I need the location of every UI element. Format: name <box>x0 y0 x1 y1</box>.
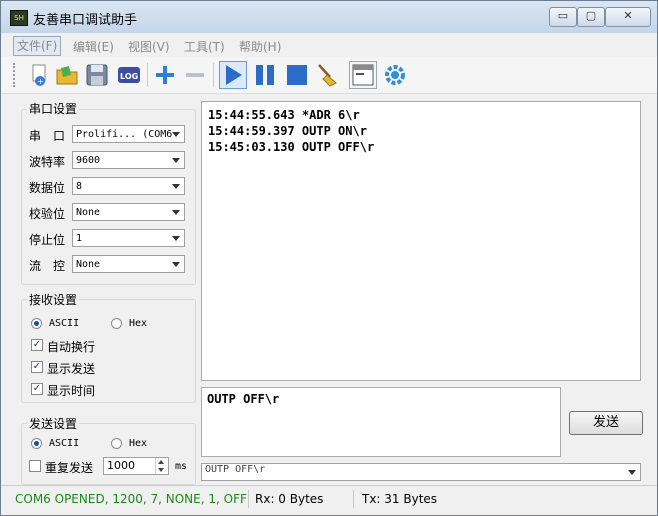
send-button[interactable]: 发送 <box>569 411 643 435</box>
log-line: 15:44:55.643 *ADR 6\r <box>208 108 360 122</box>
send-ascii-radio[interactable] <box>31 438 42 449</box>
receive-hex-radio[interactable] <box>111 318 122 329</box>
show-time-checkbox[interactable]: ✓ <box>31 383 43 395</box>
show-time-label: 显示时间 <box>47 384 96 398</box>
receive-settings-title: 接收设置 <box>27 291 80 308</box>
show-sent-label: 显示发送 <box>47 362 96 376</box>
show-sent-checkbox[interactable]: ✓ <box>31 361 43 373</box>
parity-value: None <box>76 207 101 218</box>
stopbits-value: 1 <box>76 233 83 244</box>
log-line: 15:44:59.397 OUTP ON\r <box>208 124 367 138</box>
send-ascii-label: ASCII <box>49 438 80 449</box>
log-line: 15:45:03.130 OUTP OFF\r <box>208 140 375 154</box>
send-hex-radio[interactable] <box>111 438 122 449</box>
baud-select[interactable]: 9600 <box>72 151 185 169</box>
settings-gear-icon[interactable] <box>381 61 409 89</box>
status-divider <box>353 490 354 508</box>
close-button[interactable]: ✕ <box>605 7 651 27</box>
minimize-button[interactable]: ▭ <box>549 7 577 27</box>
chevron-down-icon <box>172 210 180 215</box>
status-divider <box>248 490 249 508</box>
chevron-down-icon <box>172 158 180 163</box>
stopbits-label: 停止位 <box>29 233 66 247</box>
receive-ascii-radio[interactable] <box>31 318 42 329</box>
window-title: 友善串口调试助手 <box>33 13 138 28</box>
receive-ascii-label: ASCII <box>49 318 80 329</box>
send-textarea[interactable]: OUTP OFF\r <box>201 387 561 457</box>
stepper-buttons[interactable] <box>155 458 168 474</box>
menu-view[interactable]: 视图(V) <box>128 38 170 55</box>
databits-select[interactable]: 8 <box>72 177 185 195</box>
port-label: 串 口 <box>29 129 66 143</box>
stop-icon[interactable] <box>283 61 311 89</box>
send-history-select[interactable]: OUTP OFF\r <box>201 463 641 481</box>
maximize-button[interactable]: ▢ <box>577 7 605 27</box>
remove-icon[interactable] <box>181 61 209 89</box>
status-bar: COM6 OPENED, 1200, 7, NONE, 1, OFF Rx: 0… <box>1 485 657 512</box>
port-select[interactable]: Prolifi... (COM6 <box>72 125 185 143</box>
log-icon[interactable]: LOG <box>115 61 143 89</box>
app-logo-icon: SH <box>10 10 28 26</box>
send-hex-label: Hex <box>129 438 148 449</box>
repeat-send-checkbox[interactable] <box>29 460 41 472</box>
stepper-down-icon[interactable] <box>158 468 164 472</box>
flowcontrol-value: None <box>76 259 101 270</box>
new-file-icon[interactable]: + <box>25 61 53 89</box>
databits-label: 数据位 <box>29 181 66 195</box>
menu-help[interactable]: 帮助(H) <box>239 38 281 55</box>
save-icon[interactable] <box>83 61 111 89</box>
stepper-up-icon[interactable] <box>158 460 164 464</box>
port-status-text: COM6 OPENED, 1200, 7, NONE, 1, OFF <box>15 492 247 506</box>
tx-count: Tx: 31 Bytes <box>362 492 438 506</box>
menu-tools[interactable]: 工具(T) <box>184 38 225 55</box>
play-icon[interactable] <box>219 61 247 89</box>
toolbar-separator <box>213 63 214 87</box>
toolbar-grip[interactable] <box>13 63 18 87</box>
toolbar-separator <box>147 63 148 87</box>
menu-file[interactable]: 文件(F) <box>13 36 62 56</box>
pause-icon[interactable] <box>251 61 279 89</box>
send-history-value: OUTP OFF\r <box>205 464 266 475</box>
send-settings-title: 发送设置 <box>27 415 80 432</box>
baud-value: 9600 <box>76 155 101 166</box>
chevron-down-icon <box>628 470 636 475</box>
autowrap-checkbox[interactable]: ✓ <box>31 339 43 351</box>
receive-hex-label: Hex <box>129 318 148 329</box>
toolbar: + LOG <box>1 57 657 94</box>
menu-bar: 文件(F) 编辑(E) 视图(V) 工具(T) 帮助(H) <box>1 33 657 57</box>
interval-unit-label: ms <box>175 461 188 472</box>
repeat-interval-stepper[interactable]: 1000 <box>103 457 169 475</box>
stopbits-select[interactable]: 1 <box>72 229 185 247</box>
receive-textarea[interactable]: 15:44:55.643 *ADR 6\r 15:44:59.397 OUTP … <box>201 101 641 381</box>
chevron-down-icon <box>172 236 180 241</box>
baud-label: 波特率 <box>29 155 66 169</box>
chevron-down-icon <box>172 262 180 267</box>
title-bar: SH 友善串口调试助手 ▭ ▢ ✕ <box>1 1 657 33</box>
svg-text:+: + <box>37 77 44 86</box>
flowcontrol-select[interactable]: None <box>72 255 185 273</box>
serial-settings-title: 串口设置 <box>27 100 80 117</box>
parity-label: 校验位 <box>29 207 66 221</box>
repeat-interval-value: 1000 <box>107 459 135 472</box>
chevron-down-icon <box>172 184 180 189</box>
new-window-icon[interactable] <box>349 61 377 89</box>
app-window: SH 友善串口调试助手 ▭ ▢ ✕ 文件(F) 编辑(E) 视图(V) 工具(T… <box>0 0 658 516</box>
add-icon[interactable] <box>151 61 179 89</box>
repeat-send-label: 重复发送 <box>45 461 94 475</box>
rx-count: Rx: 0 Bytes <box>255 492 324 506</box>
flowcontrol-label: 流 控 <box>29 259 66 273</box>
autowrap-label: 自动换行 <box>47 340 96 354</box>
menu-edit[interactable]: 编辑(E) <box>73 38 114 55</box>
clear-broom-icon[interactable] <box>313 61 341 89</box>
parity-select[interactable]: None <box>72 203 185 221</box>
databits-value: 8 <box>76 181 83 192</box>
port-value: Prolifi... (COM6 <box>76 129 173 140</box>
log-icon-label: LOG <box>120 72 138 81</box>
open-folder-icon[interactable] <box>53 61 81 89</box>
chevron-down-icon <box>172 132 180 137</box>
